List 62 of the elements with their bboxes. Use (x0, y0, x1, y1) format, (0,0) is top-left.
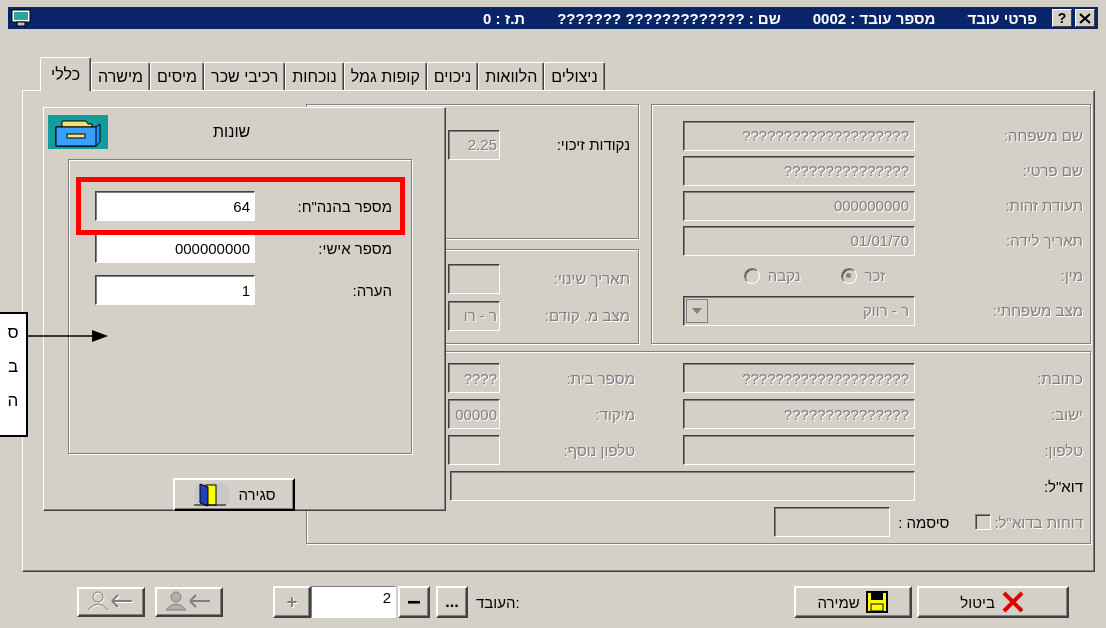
field-label: העובד: (476, 593, 520, 611)
text-field[interactable]: 1 (95, 275, 255, 305)
field-label: ישוב: (1050, 405, 1084, 423)
callout-text: ס (7, 322, 19, 344)
field-label: מין: (1059, 267, 1084, 284)
field-label: טלפון נוסף: (562, 441, 636, 459)
tab[interactable]: הלוואות (478, 62, 545, 90)
email-field[interactable] (450, 471, 915, 501)
field-label: מיקוד: (594, 405, 636, 423)
checkbox-label: דוחות בדוא"ל: (994, 513, 1084, 531)
tab[interactable]: ניצולים (544, 62, 605, 90)
save-button[interactable]: שמירה (793, 586, 912, 618)
field-label: מצב משפחתי: (991, 302, 1084, 319)
minus-button[interactable]: − (398, 586, 430, 618)
window-title: שם : ????????????? ??????? (557, 9, 781, 27)
text-field[interactable]: 64 (95, 191, 255, 221)
help-button[interactable]: ? (1052, 9, 1072, 27)
field-label: טלפון: (1043, 441, 1084, 459)
text-field[interactable] (448, 263, 500, 294)
window-title: מספר עובד : 0002 (812, 9, 936, 27)
field-label: שם פרטי: (1021, 162, 1084, 179)
icon-button[interactable] (155, 587, 223, 617)
computer-icon[interactable] (11, 9, 31, 27)
field-label: סיסמה : (897, 513, 950, 531)
icon-button[interactable] (77, 587, 145, 617)
cancel-button[interactable]: ביטול (916, 586, 1069, 618)
field-label: הערה: (352, 281, 392, 299)
field-label: כתובת: (1036, 369, 1084, 387)
tab[interactable]: קופות גמל (343, 62, 427, 90)
field-label: נקודות זיכוי: (555, 136, 631, 153)
close-icon (1000, 591, 1025, 613)
dialog-title: שונות (213, 123, 251, 141)
tab[interactable]: נוכחות (285, 62, 344, 90)
callout-text: ב (7, 356, 19, 378)
field-label: תאריך שינוי: (552, 270, 631, 287)
tab[interactable]: מישרה (91, 62, 151, 90)
field-label: מצב מ. קודם: (543, 307, 631, 324)
employee-field[interactable]: 2 (311, 586, 396, 618)
field-label: מספר בית: (565, 369, 636, 387)
field-label: דוא"ל: (1042, 477, 1084, 495)
password-field[interactable] (774, 507, 891, 537)
close-icon (1079, 12, 1091, 24)
field-label: תעודת זהות: (1004, 197, 1084, 214)
tab[interactable]: ניכוים (426, 62, 479, 90)
field-label: תאריך לידה: (1005, 232, 1084, 249)
tab[interactable]: רכיבי שכר (204, 62, 286, 90)
text-field[interactable]: 000000000 (95, 233, 255, 263)
field-label: מספר אישי: (318, 239, 392, 257)
text-field[interactable] (683, 435, 915, 465)
callout-text: ה (7, 390, 19, 412)
door-icon (192, 481, 233, 508)
text-field[interactable] (448, 435, 500, 465)
field-label: שם משפחה: (1002, 127, 1084, 144)
field-label: מספר בהנה"ח: (297, 197, 392, 215)
window-title: פרטי עובד (967, 9, 1037, 27)
browse-button[interactable]: ... (436, 586, 468, 618)
file-drawer-icon (48, 115, 108, 149)
window-title: ת.ז : 0 (483, 9, 526, 27)
close-button[interactable]: סגירה (173, 478, 295, 511)
tab[interactable]: מיסים (150, 62, 205, 90)
tab[interactable]: כללי (40, 57, 92, 91)
close-button[interactable] (1075, 9, 1095, 27)
